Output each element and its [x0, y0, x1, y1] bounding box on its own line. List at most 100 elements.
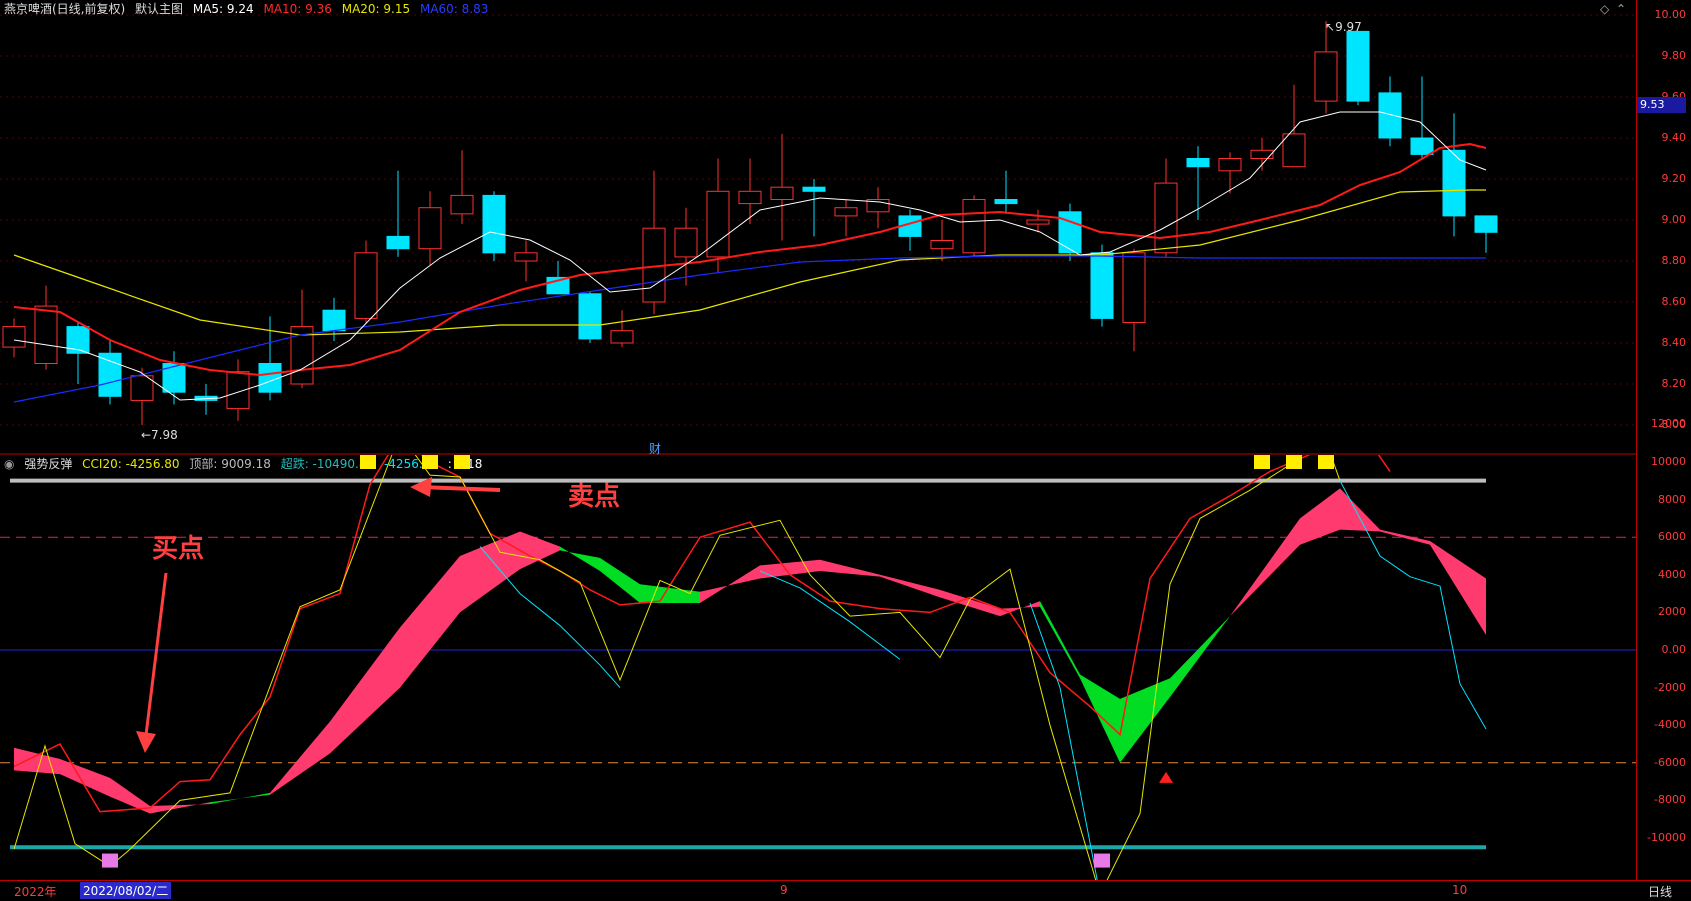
- candle-up: [1314, 51, 1338, 102]
- bullish-band-segment: [14, 747, 60, 775]
- indicator-tick-label: 8000: [1658, 492, 1686, 506]
- cci-yellow-line: [13, 455, 1341, 880]
- candle-down: [1378, 92, 1402, 139]
- candle-down: [1410, 137, 1434, 155]
- sell-point-label: 卖点: [568, 482, 621, 512]
- price-tick-label: 9.40: [1661, 131, 1687, 144]
- price-tick-label: 8.40: [1661, 336, 1687, 349]
- indicator-tick-label: 6000: [1658, 530, 1686, 544]
- bullish-band-segment: [1340, 488, 1380, 532]
- bullish-band-segment: [700, 565, 760, 603]
- price-axis: 10.009.809.609.409.209.008.808.608.408.2…: [1636, 0, 1691, 900]
- bullish-band-segment: [270, 721, 330, 795]
- buy-signal-marker: [102, 853, 118, 868]
- indicator-tick-label: -2000: [1654, 680, 1686, 694]
- indicator-tick-label: 10000: [1651, 455, 1686, 468]
- current-price-tag: 9.53: [1637, 97, 1686, 113]
- indicator-tick-label: 2000: [1658, 605, 1686, 619]
- low-price-mark: ←7.98: [141, 428, 178, 442]
- bullish-band-segment: [150, 802, 210, 814]
- price-tick-label: 8.80: [1661, 254, 1687, 267]
- bullish-band-segment: [940, 589, 1000, 617]
- indicator-tick-label: 12000: [1651, 417, 1686, 431]
- bullish-band-segment: [880, 574, 940, 598]
- sell-signal-marker: [1286, 455, 1302, 469]
- indicator-tick-label: -4000: [1654, 718, 1686, 732]
- stock-chart-window: 燕京啤酒(日线,前复权) 默认主图 MA5: 9.24 MA10: 9.36 M…: [0, 0, 1691, 901]
- candle-down: [1346, 30, 1370, 102]
- bullish-band-segment: [1300, 488, 1340, 545]
- month-10-label: 10: [1452, 883, 1468, 897]
- candle-up: [930, 240, 954, 250]
- high-price-mark: ↖9.97: [1325, 20, 1362, 34]
- buy-point-label: 买点: [152, 534, 205, 564]
- candlestick-chart[interactable]: [0, 0, 1636, 455]
- candle-up: [1218, 158, 1242, 172]
- candle-up: [1026, 219, 1050, 225]
- bearish-band-segment: [560, 546, 600, 572]
- indicator-tick-label: -6000: [1654, 755, 1686, 769]
- candle-down: [1474, 215, 1498, 233]
- month-9-label: 9: [780, 883, 788, 897]
- sell-signal-marker: [1254, 455, 1270, 469]
- cci-cyan-line-c: [759, 570, 901, 660]
- bullish-band-segment: [60, 759, 110, 797]
- candle-up: [450, 194, 474, 215]
- candle-up: [738, 190, 762, 205]
- indicator-tick-label: 4000: [1658, 567, 1686, 581]
- buy-arrowhead: [136, 731, 156, 753]
- bearish-band-segment: [600, 557, 640, 603]
- candle-up: [514, 252, 538, 262]
- candle-down: [482, 194, 506, 254]
- cci-red-line: [13, 455, 1391, 813]
- indicator-tick-label: -8000: [1654, 793, 1686, 807]
- time-axis: 2022年 2022/08/02/二 9 10 日线: [0, 880, 1691, 901]
- indicator-chart[interactable]: [0, 455, 1636, 880]
- candle-up: [770, 186, 794, 200]
- bullish-band-segment: [1230, 518, 1300, 617]
- candle-down: [1186, 158, 1210, 168]
- candle-up: [834, 207, 858, 217]
- bullish-band-segment: [820, 559, 880, 577]
- price-tick-label: 9.80: [1661, 49, 1687, 62]
- year-label: 2022年: [14, 885, 57, 899]
- buy-arrow-line: [144, 572, 168, 736]
- cursor-date-label: 2022/08/02/二: [80, 882, 172, 899]
- candle-down: [802, 186, 826, 192]
- candle-up: [418, 207, 442, 250]
- bullish-band-segment: [460, 531, 520, 613]
- candle-down: [1090, 252, 1114, 319]
- candle-up: [1282, 133, 1306, 168]
- finance-mark[interactable]: 财: [646, 440, 664, 457]
- candle-down: [162, 363, 186, 393]
- candle-down: [322, 309, 346, 332]
- sell-signal-marker: [1318, 455, 1334, 469]
- candle-up: [34, 305, 58, 365]
- candle-up: [2, 326, 26, 348]
- bearish-band-segment: [1080, 674, 1120, 763]
- price-tick-label: 10.00: [1654, 8, 1687, 21]
- candle-up: [354, 252, 378, 319]
- bullish-band-segment: [1430, 540, 1486, 635]
- candle-up: [130, 375, 154, 401]
- price-tick-label: 9.20: [1661, 172, 1687, 185]
- bearish-band-segment: [1120, 678, 1170, 763]
- candle-down: [578, 293, 602, 340]
- candle-up: [1154, 182, 1178, 254]
- bearish-band-segment: [640, 584, 700, 603]
- sell-signal-marker: [360, 455, 376, 469]
- buy-signal-marker: [1094, 853, 1110, 868]
- bullish-band-segment: [400, 556, 460, 688]
- candle-down: [386, 235, 410, 250]
- bullish-band-segment: [1380, 529, 1430, 545]
- price-tick-label: 8.20: [1661, 377, 1687, 390]
- period-label[interactable]: 日线: [1648, 883, 1672, 900]
- indicator-tick-label: -10000: [1647, 831, 1686, 844]
- candle-down: [98, 352, 122, 397]
- indicator-tick-label: 0.00: [1661, 643, 1687, 656]
- bearish-band-segment: [1170, 616, 1230, 697]
- candle-up: [962, 199, 986, 254]
- bullish-band-segment: [330, 627, 400, 754]
- candle-down: [994, 199, 1018, 205]
- candle-up: [610, 330, 634, 344]
